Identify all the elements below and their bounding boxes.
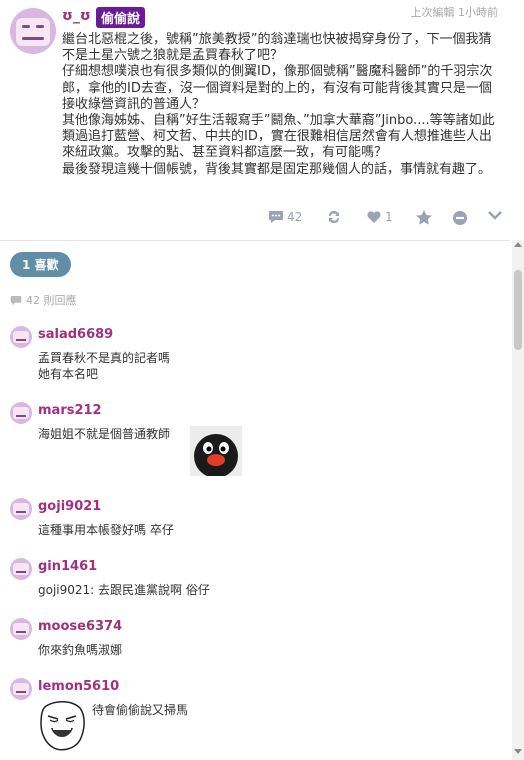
divider bbox=[0, 240, 510, 241]
comment-item: moose6374 你來釣魚嗎淑娜 bbox=[10, 618, 500, 658]
comment-item: lemon5610 待會偷偷說又掃馬 bbox=[10, 678, 500, 758]
meme-face-sticker[interactable] bbox=[38, 700, 86, 752]
comment-text: 這種事用本帳發好嗎 卒仔 bbox=[38, 523, 174, 537]
mute-button[interactable] bbox=[452, 210, 468, 226]
commenter-avatar[interactable] bbox=[10, 678, 32, 700]
commenter-name[interactable]: lemon5610 bbox=[38, 679, 119, 694]
commenter-avatar[interactable] bbox=[10, 402, 32, 424]
like-button[interactable]: 1 bbox=[366, 210, 393, 224]
author-name[interactable]: ʊ_ʊ bbox=[62, 8, 91, 24]
edited-timestamp: 上次編輯 1小時前 bbox=[410, 6, 499, 19]
penguin-sticker[interactable] bbox=[190, 426, 242, 476]
commenter-name[interactable]: salad6689 bbox=[38, 327, 113, 342]
comment-count-button[interactable]: 42 bbox=[268, 210, 302, 224]
commenter-name[interactable]: moose6374 bbox=[38, 619, 122, 634]
post-actions: 42 1 bbox=[0, 210, 510, 234]
post-body: 繼台北惡棍之後，號稱”旅美教授”的翁達瑞也快被揭穿身份了，下一個我猜不是土星六號… bbox=[62, 32, 502, 178]
laughing-face-icon bbox=[40, 701, 85, 751]
commenter-avatar[interactable] bbox=[10, 558, 32, 580]
comment-count: 42 bbox=[287, 210, 303, 224]
scrollbar[interactable] bbox=[512, 240, 524, 760]
comment-text: 你來釣魚嗎淑娜 bbox=[38, 643, 123, 657]
mute-icon bbox=[453, 211, 467, 225]
scrollbar-thumb[interactable] bbox=[514, 270, 522, 350]
comment-text: goji9021: 去跟民進黨說啊 俗仔 bbox=[38, 583, 210, 597]
anonymous-badge: 偷偷說 bbox=[96, 7, 146, 28]
favorite-button[interactable] bbox=[416, 210, 432, 225]
comment-item: goji9021 這種事用本帳發好嗎 卒仔 bbox=[10, 498, 500, 538]
plurk-post: ʊ_ʊ 偷偷說 上次編輯 1小時前 繼台北惡棍之後，號稱”旅美教授”的翁達瑞也快… bbox=[0, 0, 510, 240]
commenter-avatar[interactable] bbox=[10, 498, 32, 520]
comment-icon bbox=[269, 211, 283, 223]
penguin-icon bbox=[194, 434, 238, 476]
heart-icon bbox=[367, 211, 381, 223]
reply-count-label: 42 則回應 bbox=[26, 294, 77, 307]
author-avatar[interactable] bbox=[10, 8, 56, 54]
star-icon bbox=[416, 210, 432, 225]
post-paragraph: 最後發現這幾十個帳號，背後其實都是固定那幾個人的話，事情就有趣了。 bbox=[62, 161, 492, 177]
likes-count-pill[interactable]: 1 喜歡 bbox=[10, 252, 71, 277]
replurk-button[interactable] bbox=[326, 210, 342, 224]
commenter-name[interactable]: goji9021 bbox=[38, 499, 101, 514]
scroll-down-arrow-icon[interactable] bbox=[514, 749, 522, 754]
chevron-down-icon bbox=[488, 211, 502, 220]
post-paragraph: 繼台北惡棍之後，號稱”旅美教授”的翁達瑞也快被揭穿身份了，下一個我猜不是土星六號… bbox=[62, 32, 492, 64]
comment-text: 海姐姐不就是個普通教師 bbox=[38, 427, 171, 441]
post-paragraph: 仔細想想噗浪也有很多類似的側翼ID，像那個號稱”醫魔科醫師”的千羽宗次郎，拿他的… bbox=[62, 64, 493, 112]
reply-count: 42 則回應 bbox=[10, 292, 77, 308]
post-paragraph: 其他像海姊姊、自稱”好生活報寫手”鬭魚、”加拿大華裔”Jinbo....等等諸如… bbox=[62, 113, 495, 161]
commenter-avatar[interactable] bbox=[10, 326, 32, 348]
commenter-avatar[interactable] bbox=[10, 618, 32, 640]
comment-item: salad6689 孟買春秋不是真的記者嗎 她有本名吧 bbox=[10, 326, 500, 381]
comment-item: gin1461 goji9021: 去跟民進黨說啊 俗仔 bbox=[10, 558, 500, 598]
like-count: 1 bbox=[385, 210, 393, 224]
comment-item: mars212 海姐姐不就是個普通教師 bbox=[10, 402, 500, 482]
commenter-name[interactable]: mars212 bbox=[38, 403, 102, 418]
replurk-icon bbox=[329, 210, 339, 224]
comment-icon bbox=[10, 295, 22, 305]
comment-text: 孟買春秋不是真的記者嗎 她有本名吧 bbox=[38, 351, 171, 381]
more-button[interactable] bbox=[488, 210, 502, 220]
scroll-up-arrow-icon[interactable] bbox=[514, 242, 522, 247]
comment-text: 待會偷偷說又掃馬 bbox=[92, 703, 189, 717]
commenter-name[interactable]: gin1461 bbox=[38, 559, 97, 574]
